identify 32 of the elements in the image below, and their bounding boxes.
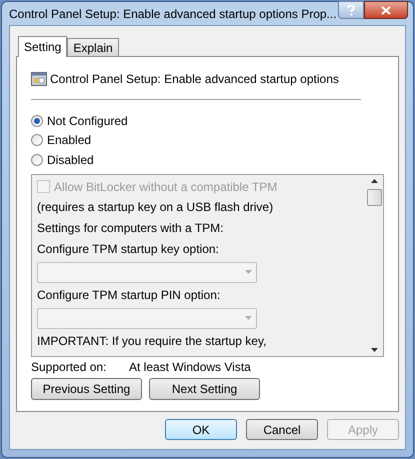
radio-button[interactable] [31, 154, 43, 166]
radio-button[interactable] [31, 134, 43, 146]
supported-label: Supported on: [31, 358, 108, 376]
radio-button[interactable] [31, 114, 43, 127]
dialog-button[interactable]: OK [165, 419, 237, 440]
nav-button[interactable]: Next Setting [149, 378, 260, 400]
radio-option[interactable]: Enabled [31, 130, 384, 150]
setting-text: Configure TPM startup key option: [37, 241, 220, 258]
setting-text: Configure TPM startup PIN option: [37, 287, 222, 304]
checkbox-label: Allow BitLocker without a compatible TPM [54, 178, 278, 196]
dialog-button[interactable]: Cancel [246, 419, 318, 440]
supported-value: At least Windows Vista [129, 358, 251, 376]
policy-icon [31, 72, 47, 86]
tab[interactable]: Setting [18, 36, 68, 57]
close-icon [381, 6, 391, 14]
scroll-up-icon[interactable] [371, 178, 378, 182]
setting-text: Settings for computers with a TPM: [37, 220, 225, 237]
tab[interactable]: Explain [67, 38, 119, 56]
radio-option[interactable]: Disabled [31, 150, 384, 170]
scroll-thumb[interactable] [367, 188, 382, 206]
nav-button[interactable]: Previous Setting [31, 378, 142, 400]
close-button[interactable] [364, 1, 408, 19]
caret-icon [245, 316, 252, 320]
window-title: Control Panel Setup: Enable advanced startup options Prop... [9, 6, 337, 22]
setting-text: IMPORTANT: If you require the startup key, [37, 333, 268, 350]
radio-option[interactable]: Not Configured [31, 111, 384, 130]
caret-icon [245, 270, 252, 274]
setting-text: (requires a startup key on a USB flash drive) [37, 199, 274, 216]
scroll-down-icon[interactable] [371, 348, 378, 352]
help-button[interactable] [338, 1, 364, 19]
help-icon [347, 4, 355, 16]
policy-title: Control Panel Setup: Enable advanced startup options [50, 71, 339, 88]
